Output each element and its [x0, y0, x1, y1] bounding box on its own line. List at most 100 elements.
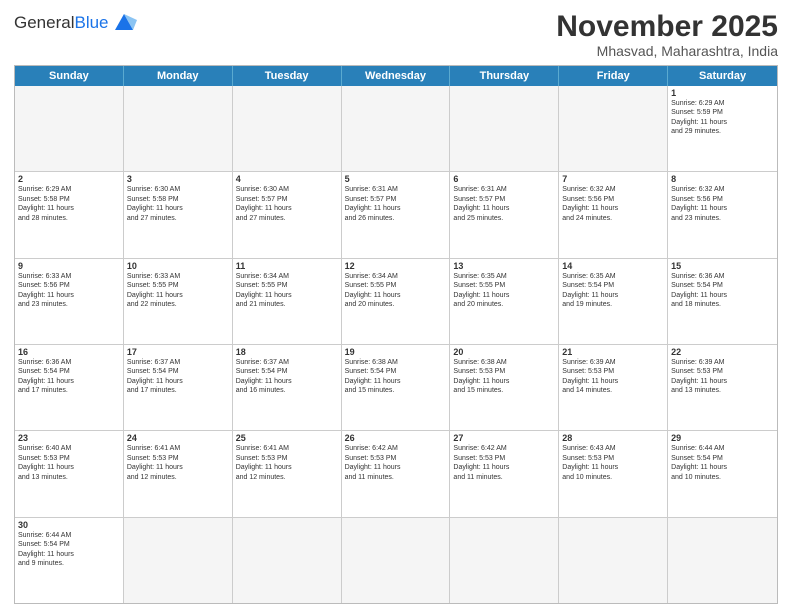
- day-cell-8: 8Sunrise: 6:32 AM Sunset: 5:56 PM Daylig…: [668, 172, 777, 257]
- day-number: 16: [18, 347, 120, 357]
- day-info: Sunrise: 6:33 AM Sunset: 5:55 PM Dayligh…: [127, 272, 229, 310]
- day-number: 21: [562, 347, 664, 357]
- day-number: 13: [453, 261, 555, 271]
- day-info: Sunrise: 6:31 AM Sunset: 5:57 PM Dayligh…: [453, 185, 555, 223]
- day-number: 29: [671, 433, 774, 443]
- day-cell-empty-5-3: [342, 518, 451, 603]
- day-number: 23: [18, 433, 120, 443]
- day-cell-12: 12Sunrise: 6:34 AM Sunset: 5:55 PM Dayli…: [342, 259, 451, 344]
- day-info: Sunrise: 6:39 AM Sunset: 5:53 PM Dayligh…: [671, 358, 774, 396]
- day-cell-20: 20Sunrise: 6:38 AM Sunset: 5:53 PM Dayli…: [450, 345, 559, 430]
- day-cell-14: 14Sunrise: 6:35 AM Sunset: 5:54 PM Dayli…: [559, 259, 668, 344]
- day-cell-13: 13Sunrise: 6:35 AM Sunset: 5:55 PM Dayli…: [450, 259, 559, 344]
- day-info: Sunrise: 6:34 AM Sunset: 5:55 PM Dayligh…: [236, 272, 338, 310]
- day-cell-26: 26Sunrise: 6:42 AM Sunset: 5:53 PM Dayli…: [342, 431, 451, 516]
- day-info: Sunrise: 6:37 AM Sunset: 5:54 PM Dayligh…: [127, 358, 229, 396]
- day-cell-11: 11Sunrise: 6:34 AM Sunset: 5:55 PM Dayli…: [233, 259, 342, 344]
- day-number: 24: [127, 433, 229, 443]
- day-cell-24: 24Sunrise: 6:41 AM Sunset: 5:53 PM Dayli…: [124, 431, 233, 516]
- calendar-row-3: 16Sunrise: 6:36 AM Sunset: 5:54 PM Dayli…: [15, 344, 777, 430]
- day-info: Sunrise: 6:44 AM Sunset: 5:54 PM Dayligh…: [671, 444, 774, 482]
- day-header-friday: Friday: [559, 66, 668, 86]
- day-number: 11: [236, 261, 338, 271]
- day-cell-3: 3Sunrise: 6:30 AM Sunset: 5:58 PM Daylig…: [124, 172, 233, 257]
- calendar-row-0: 1Sunrise: 6:29 AM Sunset: 5:59 PM Daylig…: [15, 86, 777, 171]
- day-number: 10: [127, 261, 229, 271]
- day-info: Sunrise: 6:42 AM Sunset: 5:53 PM Dayligh…: [345, 444, 447, 482]
- logo-general: General: [14, 13, 74, 32]
- day-cell-empty-0-2: [233, 86, 342, 171]
- day-number: 1: [671, 88, 774, 98]
- day-cell-22: 22Sunrise: 6:39 AM Sunset: 5:53 PM Dayli…: [668, 345, 777, 430]
- day-number: 20: [453, 347, 555, 357]
- day-cell-4: 4Sunrise: 6:30 AM Sunset: 5:57 PM Daylig…: [233, 172, 342, 257]
- day-cell-empty-5-5: [559, 518, 668, 603]
- day-cell-empty-0-0: [15, 86, 124, 171]
- day-info: Sunrise: 6:34 AM Sunset: 5:55 PM Dayligh…: [345, 272, 447, 310]
- day-info: Sunrise: 6:37 AM Sunset: 5:54 PM Dayligh…: [236, 358, 338, 396]
- day-info: Sunrise: 6:39 AM Sunset: 5:53 PM Dayligh…: [562, 358, 664, 396]
- day-info: Sunrise: 6:30 AM Sunset: 5:58 PM Dayligh…: [127, 185, 229, 223]
- day-cell-19: 19Sunrise: 6:38 AM Sunset: 5:54 PM Dayli…: [342, 345, 451, 430]
- month-year-title: November 2025: [556, 10, 778, 43]
- day-info: Sunrise: 6:42 AM Sunset: 5:53 PM Dayligh…: [453, 444, 555, 482]
- day-cell-6: 6Sunrise: 6:31 AM Sunset: 5:57 PM Daylig…: [450, 172, 559, 257]
- day-header-monday: Monday: [124, 66, 233, 86]
- day-cell-empty-5-1: [124, 518, 233, 603]
- day-cell-23: 23Sunrise: 6:40 AM Sunset: 5:53 PM Dayli…: [15, 431, 124, 516]
- day-info: Sunrise: 6:36 AM Sunset: 5:54 PM Dayligh…: [18, 358, 120, 396]
- day-number: 19: [345, 347, 447, 357]
- day-header-sunday: Sunday: [15, 66, 124, 86]
- day-cell-empty-5-4: [450, 518, 559, 603]
- calendar-body: 1Sunrise: 6:29 AM Sunset: 5:59 PM Daylig…: [15, 86, 777, 603]
- day-cell-9: 9Sunrise: 6:33 AM Sunset: 5:56 PM Daylig…: [15, 259, 124, 344]
- day-cell-30: 30Sunrise: 6:44 AM Sunset: 5:54 PM Dayli…: [15, 518, 124, 603]
- calendar-row-4: 23Sunrise: 6:40 AM Sunset: 5:53 PM Dayli…: [15, 430, 777, 516]
- day-cell-1: 1Sunrise: 6:29 AM Sunset: 5:59 PM Daylig…: [668, 86, 777, 171]
- day-cell-15: 15Sunrise: 6:36 AM Sunset: 5:54 PM Dayli…: [668, 259, 777, 344]
- calendar: SundayMondayTuesdayWednesdayThursdayFrid…: [14, 65, 778, 604]
- day-info: Sunrise: 6:35 AM Sunset: 5:54 PM Dayligh…: [562, 272, 664, 310]
- logo-blue: Blue: [74, 13, 108, 32]
- day-header-wednesday: Wednesday: [342, 66, 451, 86]
- day-number: 5: [345, 174, 447, 184]
- day-number: 14: [562, 261, 664, 271]
- day-info: Sunrise: 6:29 AM Sunset: 5:58 PM Dayligh…: [18, 185, 120, 223]
- day-number: 9: [18, 261, 120, 271]
- day-number: 7: [562, 174, 664, 184]
- day-info: Sunrise: 6:30 AM Sunset: 5:57 PM Dayligh…: [236, 185, 338, 223]
- day-cell-empty-0-4: [450, 86, 559, 171]
- day-cell-17: 17Sunrise: 6:37 AM Sunset: 5:54 PM Dayli…: [124, 345, 233, 430]
- day-number: 18: [236, 347, 338, 357]
- day-number: 15: [671, 261, 774, 271]
- calendar-header: SundayMondayTuesdayWednesdayThursdayFrid…: [15, 66, 777, 86]
- day-cell-empty-5-2: [233, 518, 342, 603]
- day-cell-empty-0-1: [124, 86, 233, 171]
- day-cell-16: 16Sunrise: 6:36 AM Sunset: 5:54 PM Dayli…: [15, 345, 124, 430]
- day-info: Sunrise: 6:38 AM Sunset: 5:54 PM Dayligh…: [345, 358, 447, 396]
- day-info: Sunrise: 6:35 AM Sunset: 5:55 PM Dayligh…: [453, 272, 555, 310]
- day-info: Sunrise: 6:40 AM Sunset: 5:53 PM Dayligh…: [18, 444, 120, 482]
- day-header-thursday: Thursday: [450, 66, 559, 86]
- page: GeneralBlue November 2025 Mhasvad, Mahar…: [0, 0, 792, 612]
- day-number: 30: [18, 520, 120, 530]
- day-cell-21: 21Sunrise: 6:39 AM Sunset: 5:53 PM Dayli…: [559, 345, 668, 430]
- calendar-row-1: 2Sunrise: 6:29 AM Sunset: 5:58 PM Daylig…: [15, 171, 777, 257]
- day-cell-empty-0-3: [342, 86, 451, 171]
- day-cell-2: 2Sunrise: 6:29 AM Sunset: 5:58 PM Daylig…: [15, 172, 124, 257]
- day-header-saturday: Saturday: [668, 66, 777, 86]
- day-cell-empty-0-5: [559, 86, 668, 171]
- day-info: Sunrise: 6:41 AM Sunset: 5:53 PM Dayligh…: [127, 444, 229, 482]
- day-cell-18: 18Sunrise: 6:37 AM Sunset: 5:54 PM Dayli…: [233, 345, 342, 430]
- day-number: 27: [453, 433, 555, 443]
- day-number: 3: [127, 174, 229, 184]
- day-number: 25: [236, 433, 338, 443]
- day-info: Sunrise: 6:41 AM Sunset: 5:53 PM Dayligh…: [236, 444, 338, 482]
- header: GeneralBlue November 2025 Mhasvad, Mahar…: [14, 10, 778, 59]
- day-info: Sunrise: 6:32 AM Sunset: 5:56 PM Dayligh…: [562, 185, 664, 223]
- day-number: 26: [345, 433, 447, 443]
- calendar-row-5: 30Sunrise: 6:44 AM Sunset: 5:54 PM Dayli…: [15, 517, 777, 603]
- location-subtitle: Mhasvad, Maharashtra, India: [556, 43, 778, 59]
- day-info: Sunrise: 6:31 AM Sunset: 5:57 PM Dayligh…: [345, 185, 447, 223]
- day-info: Sunrise: 6:43 AM Sunset: 5:53 PM Dayligh…: [562, 444, 664, 482]
